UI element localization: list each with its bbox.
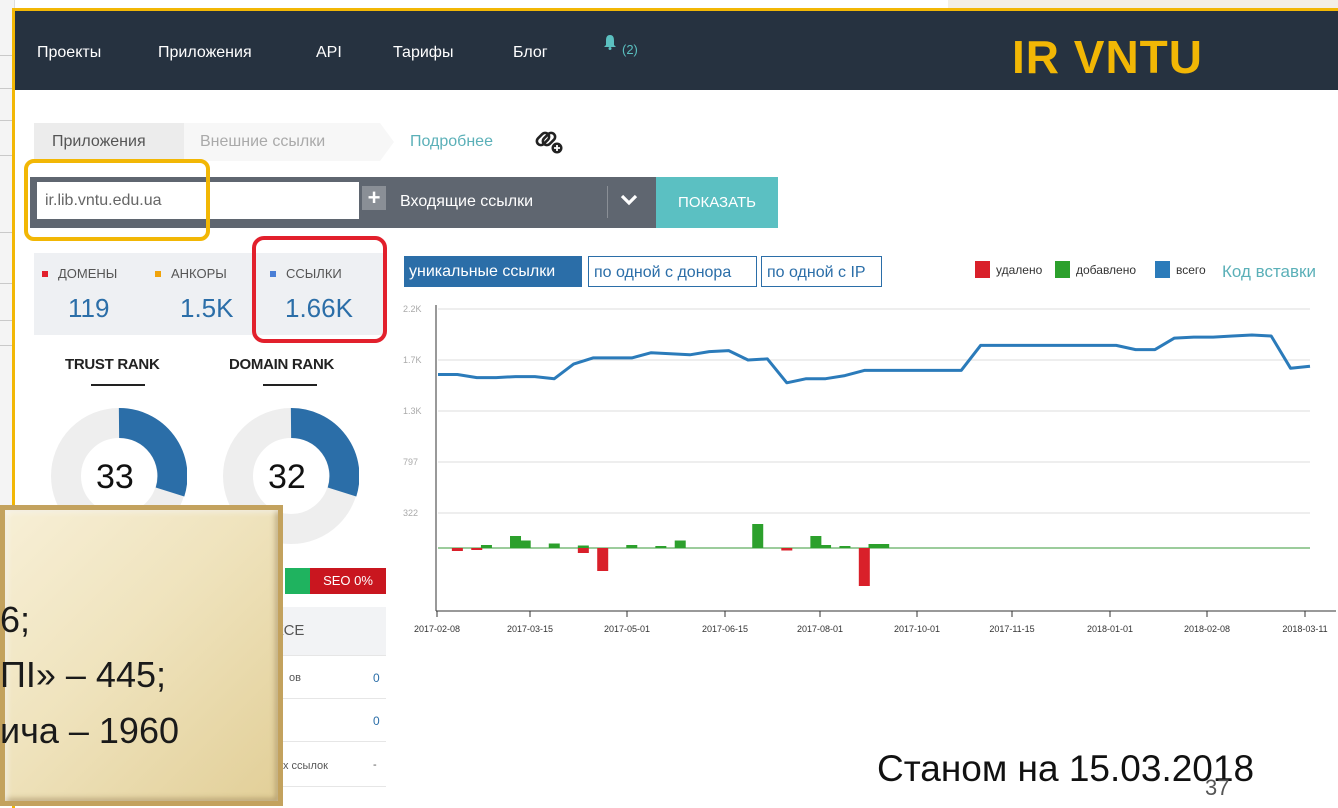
y-tick-label: 797 bbox=[403, 457, 418, 467]
added-bar bbox=[626, 545, 638, 548]
link-type-select[interactable]: Входящие ссылки bbox=[400, 193, 533, 211]
domain-rank-value: 32 bbox=[268, 458, 306, 496]
added-bar bbox=[548, 543, 560, 548]
x-tick-label: 2018-02-08 bbox=[1184, 624, 1230, 634]
footer-date: Станом на 15.03.2018 bbox=[877, 748, 1255, 789]
embed-code-link[interactable]: Код вставки bbox=[1222, 262, 1316, 282]
anchors-dot-icon bbox=[155, 270, 161, 277]
x-tick-label: 2018-01-01 bbox=[1087, 624, 1133, 634]
x-tick-label: 2017-02-08 bbox=[414, 624, 460, 634]
table-row-value: - bbox=[373, 759, 377, 771]
link-icon[interactable] bbox=[532, 126, 566, 156]
table-row-value[interactable]: 0 bbox=[373, 671, 380, 685]
domains-stat-label: ДОМЕНЫ bbox=[42, 266, 117, 281]
table-divider bbox=[270, 786, 386, 787]
domain-rank-underline bbox=[263, 384, 317, 386]
nav-pricing[interactable]: Тарифы bbox=[393, 44, 453, 62]
added-bar bbox=[810, 536, 822, 548]
added-bar bbox=[510, 536, 522, 548]
added-bar bbox=[655, 546, 667, 548]
y-tick-label: 1.7K bbox=[403, 355, 422, 365]
removed-bar bbox=[597, 548, 609, 571]
removed-bar bbox=[451, 548, 463, 551]
brand-title: IR VNTU bbox=[1012, 31, 1203, 83]
x-tick-label: 2017-03-15 bbox=[507, 624, 553, 634]
bell-icon[interactable] bbox=[604, 35, 616, 50]
chevron-down-icon[interactable] bbox=[620, 193, 638, 207]
y-tick-label: 1.3K bbox=[403, 406, 422, 416]
x-tick-label: 2017-05-01 bbox=[604, 624, 650, 634]
legend-total-label: всего bbox=[1176, 263, 1206, 277]
table-divider bbox=[270, 655, 386, 656]
overlay-line-2: ПІ» – 445; bbox=[0, 654, 166, 695]
table-row-value[interactable]: 0 bbox=[373, 714, 380, 728]
domains-dot-icon bbox=[42, 270, 48, 277]
added-bar bbox=[868, 544, 880, 548]
added-bar bbox=[878, 544, 890, 548]
legend-removed-swatch bbox=[975, 261, 990, 278]
added-bar bbox=[577, 545, 589, 548]
show-button[interactable]: ПОКАЗАТЬ bbox=[656, 177, 778, 228]
links-highlight-box bbox=[252, 236, 387, 343]
breadcrumb-arrow-2 bbox=[380, 123, 394, 161]
trust-rank-value: 33 bbox=[96, 458, 134, 496]
x-tick-label: 2017-08-01 bbox=[797, 624, 843, 634]
tab-one-per-ip[interactable]: по одной с IP bbox=[761, 256, 882, 287]
legend-added-swatch bbox=[1055, 261, 1070, 278]
added-bar bbox=[839, 546, 851, 548]
trust-rank-underline bbox=[91, 384, 145, 386]
breadcrumb-step-external-links[interactable]: Внешние ссылки bbox=[184, 123, 380, 161]
x-tick-label: 2018-03-11 bbox=[1282, 624, 1327, 634]
seo-progress-label: SEO 0% bbox=[310, 568, 386, 594]
table-divider bbox=[270, 698, 386, 699]
anchors-stat-label: АНКОРЫ bbox=[155, 266, 227, 281]
x-tick-label: 2017-10-01 bbox=[894, 624, 940, 634]
removed-bar bbox=[781, 548, 793, 551]
links-chart: 2.2K 1.7K 1.3K 797 322 2017-02-08 2017-03-15 20… bbox=[403, 304, 1336, 634]
add-domain-button[interactable]: + bbox=[362, 186, 386, 210]
legend-removed-label: удалено bbox=[996, 263, 1043, 277]
added-bar bbox=[519, 540, 531, 548]
added-bar bbox=[820, 545, 832, 548]
nav-blog[interactable]: Блог bbox=[513, 44, 548, 62]
breadcrumb-step-external-links-label: Внешние ссылки bbox=[200, 133, 326, 150]
overlay-line-1: 6; bbox=[0, 599, 31, 640]
search-highlight-box bbox=[24, 159, 210, 241]
x-tick-label: 2017-06-15 bbox=[702, 624, 748, 634]
anchors-stat-value[interactable]: 1.5K bbox=[180, 293, 234, 324]
nav-api[interactable]: API bbox=[316, 44, 342, 62]
tab-unique-links[interactable]: уникальные ссылки bbox=[404, 256, 582, 287]
legend-total-swatch bbox=[1155, 261, 1170, 278]
breadcrumb-step-apps-label: Приложения bbox=[52, 133, 146, 150]
breadcrumb-step-apps[interactable]: Приложения bbox=[34, 123, 184, 161]
page-number: 37 bbox=[1205, 775, 1230, 800]
nav-apps[interactable]: Приложения bbox=[158, 44, 252, 62]
added-bar bbox=[674, 540, 686, 548]
domains-stat-value[interactable]: 119 bbox=[68, 293, 109, 324]
select-divider bbox=[607, 186, 608, 218]
y-tick-label: 2.2K bbox=[403, 304, 422, 314]
more-details-link[interactable]: Подробнее bbox=[410, 133, 493, 151]
removed-bar bbox=[471, 548, 483, 550]
overlay-line-3: ича – 1960 bbox=[0, 710, 179, 751]
table-row-label: ов bbox=[289, 672, 301, 684]
notification-count[interactable]: (2) bbox=[622, 42, 638, 57]
removed-bar bbox=[577, 548, 589, 553]
seo-progress-green bbox=[285, 568, 310, 594]
added-bar bbox=[480, 545, 492, 548]
removed-bar bbox=[858, 548, 870, 586]
nav-projects[interactable]: Проекты bbox=[37, 44, 101, 62]
domain-rank-title: DOMAIN RANK bbox=[229, 356, 335, 373]
total-links-line bbox=[438, 333, 1311, 385]
x-tick-label: 2017-11-15 bbox=[989, 624, 1034, 634]
table-divider bbox=[270, 741, 386, 742]
trust-rank-title: TRUST RANK bbox=[65, 356, 160, 373]
legend-added-label: добавлено bbox=[1076, 263, 1137, 277]
tab-one-per-donor[interactable]: по одной с донора bbox=[588, 256, 757, 287]
table-row-label: х ссылок bbox=[283, 760, 328, 772]
added-bar bbox=[752, 524, 764, 548]
y-tick-label: 322 bbox=[403, 508, 418, 518]
